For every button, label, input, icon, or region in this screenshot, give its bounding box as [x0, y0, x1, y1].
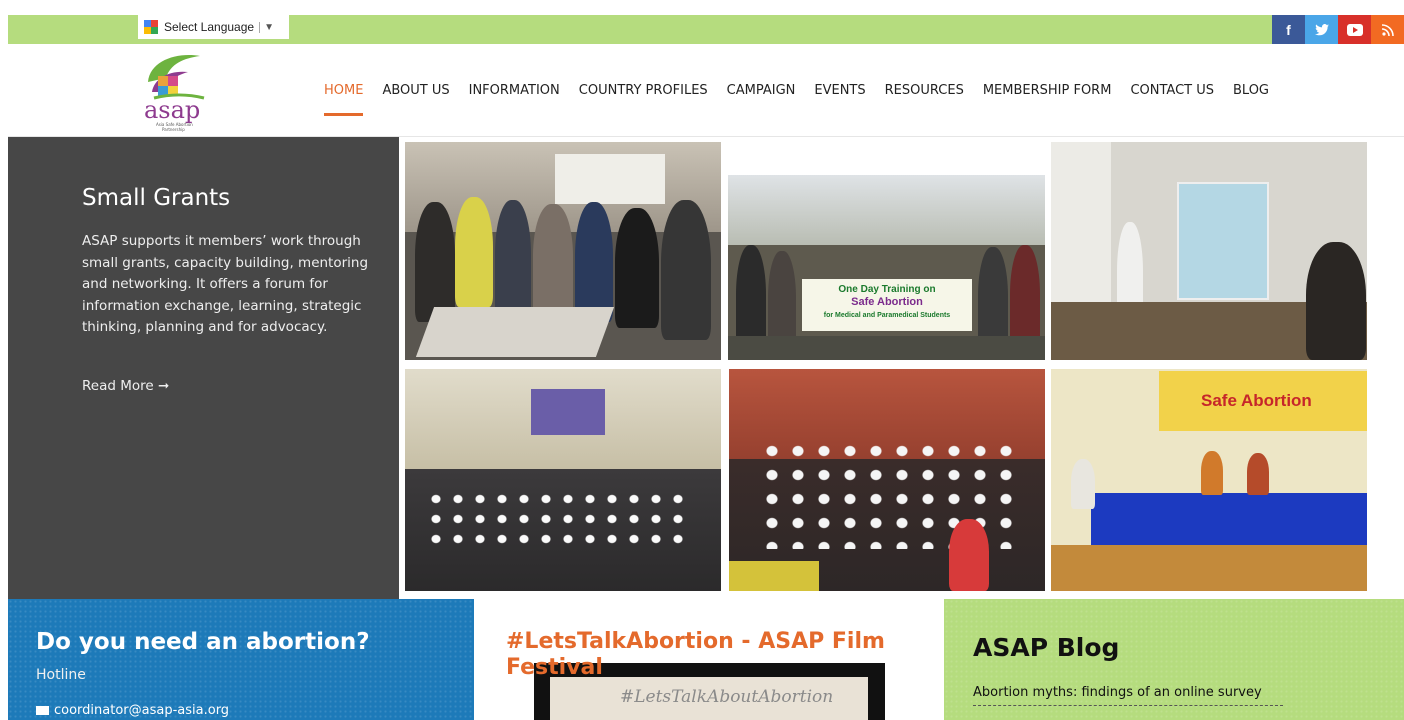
- photo-training-banner[interactable]: One Day Training on Safe Abortion for Me…: [728, 175, 1045, 360]
- nav-events[interactable]: EVENTS: [814, 83, 865, 98]
- rss-icon[interactable]: [1371, 15, 1404, 44]
- film-festival-box: #LetsTalkAboutAbortion #LetsTalkAbortion…: [476, 599, 943, 720]
- panel-banner-text: Safe Abortion: [1201, 391, 1312, 410]
- hotline-title: Do you need an abortion?: [36, 629, 370, 655]
- nav-blog[interactable]: BLOG: [1233, 83, 1269, 98]
- chevron-down-icon: ▼: [259, 21, 274, 33]
- banner-line-1: One Day Training on: [838, 284, 936, 295]
- nav-home[interactable]: HOME: [324, 83, 364, 116]
- facebook-icon[interactable]: f: [1272, 15, 1305, 44]
- social-links: f: [1272, 15, 1404, 44]
- feature-text: ASAP supports it members’ work through s…: [82, 233, 369, 335]
- language-selector[interactable]: Select Language ▼: [138, 15, 289, 39]
- email-text: coordinator@asap-asia.org: [54, 703, 230, 718]
- photo-panel-discussion[interactable]: Safe Abortion: [1051, 369, 1367, 591]
- nav-information[interactable]: INFORMATION: [469, 83, 560, 98]
- video-caption: #LetsTalkAboutAbortion: [620, 687, 834, 707]
- svg-text:Partnership: Partnership: [162, 127, 185, 132]
- logo-text: asap: [144, 96, 200, 124]
- banner-line-3: for Medical and Paramedical Students: [823, 312, 951, 319]
- feature-title: Small Grants: [82, 185, 231, 211]
- language-label: Select Language: [164, 20, 255, 34]
- feature-panel: Small Grants ASAP supports it members’ w…: [8, 137, 399, 599]
- banner-line-2: Safe Abortion: [851, 296, 923, 308]
- photo-certificates-indoor[interactable]: [405, 369, 721, 591]
- twitter-icon[interactable]: [1305, 15, 1338, 44]
- youtube-icon[interactable]: [1338, 15, 1371, 44]
- blog-box: ASAP Blog Abortion myths: findings of an…: [944, 599, 1404, 720]
- training-banner: One Day Training on Safe Abortion for Me…: [802, 279, 972, 331]
- nav-country-profiles[interactable]: COUNTRY PROFILES: [579, 83, 708, 98]
- nav-resources[interactable]: RESOURCES: [885, 83, 964, 98]
- asap-logo[interactable]: asap Asia Safe Abortion Partnership: [140, 52, 206, 132]
- nav-campaign[interactable]: CAMPAIGN: [727, 83, 796, 98]
- photo-classroom-group[interactable]: [405, 142, 721, 360]
- hotline-box: Do you need an abortion? Hotline coordin…: [8, 599, 474, 720]
- nav-about-us[interactable]: ABOUT US: [382, 83, 449, 98]
- nav-membership-form[interactable]: MEMBERSHIP FORM: [983, 83, 1112, 98]
- blog-title: ASAP Blog: [973, 633, 1120, 662]
- blog-post-link[interactable]: Abortion myths: findings of an online su…: [973, 685, 1283, 706]
- envelope-icon: [36, 706, 49, 715]
- page: Select Language ▼ f asap Asia Safe Abort…: [0, 0, 1404, 720]
- photo-certificates-outdoor[interactable]: [729, 369, 1045, 591]
- top-bar: Select Language ▼ f: [8, 15, 1404, 44]
- hotline-email[interactable]: coordinator@asap-asia.org: [36, 703, 229, 718]
- main-nav: HOME ABOUT US INFORMATION COUNTRY PROFIL…: [324, 83, 1288, 116]
- nav-contact-us[interactable]: CONTACT US: [1130, 83, 1214, 98]
- google-translate-icon: [144, 20, 158, 34]
- hotline-subtitle: Hotline: [36, 667, 86, 683]
- photo-projector-presentation[interactable]: [1051, 142, 1367, 360]
- read-more-link[interactable]: Read More ➞: [82, 378, 169, 394]
- film-title[interactable]: #LetsTalkAbortion - ASAP Film Festival: [506, 629, 906, 681]
